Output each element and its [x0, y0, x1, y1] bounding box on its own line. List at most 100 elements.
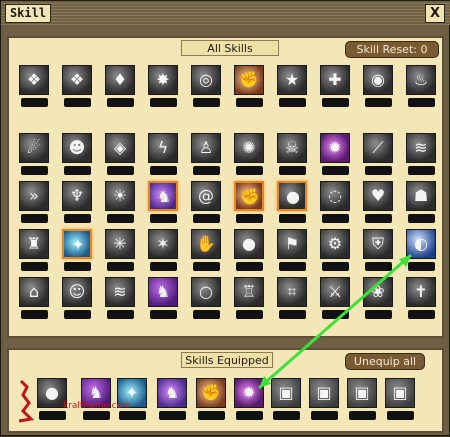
fist-icon[interactable]: ✊: [196, 378, 226, 408]
flag-icon[interactable]: ⚑: [277, 229, 307, 259]
equipped-slot-4[interactable]: ✊: [196, 378, 226, 422]
equipped-slot-5[interactable]: ✹: [234, 378, 264, 422]
web-icon[interactable]: ⌗: [277, 277, 307, 307]
skill-slot-r1c9[interactable]: ☗: [406, 181, 436, 225]
equipped-slot-3[interactable]: ♞: [157, 378, 187, 422]
skill-slot-top-9[interactable]: ♨: [406, 65, 436, 109]
equipped-slot-0[interactable]: ●: [37, 378, 67, 422]
skill-slot-r3c2[interactable]: ≋: [105, 277, 135, 321]
double-sword-icon[interactable]: ⚔: [320, 277, 350, 307]
tornado-icon[interactable]: @: [191, 181, 221, 211]
equipped-slot-8[interactable]: ▣: [347, 378, 377, 422]
skill-slot-r1c7[interactable]: ◌: [320, 181, 350, 225]
skill-slot-r1c8[interactable]: ♥: [363, 181, 393, 225]
skill-slot-r2c1[interactable]: ✦: [62, 229, 92, 273]
skill-slot-r2c6[interactable]: ⚑: [277, 229, 307, 273]
flame-drop-icon[interactable]: ❖: [19, 65, 49, 95]
dragon-icon[interactable]: ♞: [148, 181, 178, 211]
skill-slot-r1c1[interactable]: ♆: [62, 181, 92, 225]
skill-slot-r3c4[interactable]: ○: [191, 277, 221, 321]
skill-slot-top-2[interactable]: ♦: [105, 65, 135, 109]
wings-icon[interactable]: ♆: [62, 181, 92, 211]
skill-slot-top-6[interactable]: ★: [277, 65, 307, 109]
swirl-icon[interactable]: ◎: [191, 65, 221, 95]
sun-burst-icon[interactable]: ☀: [105, 181, 135, 211]
cross-icon[interactable]: ✝: [406, 277, 436, 307]
skill-slot-top-0[interactable]: ❖: [19, 65, 49, 109]
dragon-icon[interactable]: ♞: [157, 378, 187, 408]
skill-slot-top-4[interactable]: ◎: [191, 65, 221, 109]
skill-slot-r3c9[interactable]: ✝: [406, 277, 436, 321]
skill-slot-r3c6[interactable]: ⌗: [277, 277, 307, 321]
skill-slot-r0c8[interactable]: ⟋: [363, 133, 393, 177]
skill-slot-r2c2[interactable]: ✳: [105, 229, 135, 273]
lock-icon[interactable]: ▣: [385, 378, 415, 408]
skill-slot-r1c6[interactable]: ●: [277, 181, 307, 225]
fist-icon[interactable]: ✊: [234, 65, 264, 95]
skill-slot-r2c8[interactable]: ⛨: [363, 229, 393, 273]
comet-icon[interactable]: ☄: [19, 133, 49, 163]
skill-slot-r1c2[interactable]: ☀: [105, 181, 135, 225]
skill-slot-r0c6[interactable]: ☠: [277, 133, 307, 177]
hand-icon[interactable]: ✋: [191, 229, 221, 259]
skill-slot-top-7[interactable]: ✚: [320, 65, 350, 109]
lock-icon[interactable]: ▣: [271, 378, 301, 408]
skill-slot-r2c5[interactable]: ●: [234, 229, 264, 273]
burst-icon[interactable]: ✸: [148, 65, 178, 95]
bomb-icon[interactable]: ●: [277, 181, 307, 211]
fist-icon[interactable]: ✊: [234, 181, 264, 211]
skill-slot-r0c1[interactable]: ☻: [62, 133, 92, 177]
skill-slot-top-3[interactable]: ✸: [148, 65, 178, 109]
unequip-all-button[interactable]: Unequip all: [345, 353, 425, 370]
skill-slot-r2c9[interactable]: ◐: [406, 229, 436, 273]
skill-slot-r0c3[interactable]: ϟ: [148, 133, 178, 177]
wave-icon[interactable]: ≋: [105, 277, 135, 307]
skill-slot-r2c4[interactable]: ✋: [191, 229, 221, 273]
skull-mask-icon[interactable]: ☗: [406, 181, 436, 211]
skill-slot-r1c5[interactable]: ✊: [234, 181, 264, 225]
skill-slot-r3c5[interactable]: ♖: [234, 277, 264, 321]
equipped-slot-6[interactable]: ▣: [271, 378, 301, 422]
eye-icon[interactable]: ◈: [105, 133, 135, 163]
figure-icon[interactable]: ♙: [191, 133, 221, 163]
title-bar[interactable]: Skill X: [1, 1, 450, 25]
skill-reset-button[interactable]: Skill Reset: 0: [345, 41, 439, 58]
skill-slot-r0c5[interactable]: ✺: [234, 133, 264, 177]
skill-slot-top-5[interactable]: ✊: [234, 65, 264, 109]
skill-slot-r1c3[interactable]: ♞: [148, 181, 178, 225]
wave-icon[interactable]: ≋: [406, 133, 436, 163]
purple-dragon-icon[interactable]: ♞: [148, 277, 178, 307]
cross-arrows-icon[interactable]: ✚: [320, 65, 350, 95]
ring-icon[interactable]: ◌: [320, 181, 350, 211]
orb-icon[interactable]: ○: [191, 277, 221, 307]
skill-slot-r0c7[interactable]: ✹: [320, 133, 350, 177]
spiral-icon[interactable]: ◉: [363, 65, 393, 95]
skill-slot-r1c0[interactable]: »: [19, 181, 49, 225]
people-icon[interactable]: ☻: [62, 133, 92, 163]
close-button[interactable]: X: [425, 4, 445, 23]
equipped-slot-1[interactable]: ♞: [81, 378, 111, 422]
wreath-icon[interactable]: ❀: [363, 277, 393, 307]
equipped-slot-9[interactable]: ▣: [385, 378, 415, 422]
blue-orb-icon[interactable]: ◐: [406, 229, 436, 259]
lock-icon[interactable]: ▣: [309, 378, 339, 408]
flame-drop-icon[interactable]: ❖: [62, 65, 92, 95]
flame-shield-icon[interactable]: ♦: [105, 65, 135, 95]
skill-slot-r3c0[interactable]: ⌂: [19, 277, 49, 321]
skill-slot-r1c4[interactable]: @: [191, 181, 221, 225]
skill-slot-r3c1[interactable]: ☺: [62, 277, 92, 321]
star-icon[interactable]: ★: [277, 65, 307, 95]
figure-arms-icon[interactable]: ♜: [19, 229, 49, 259]
gear-icon[interactable]: ⚙: [320, 229, 350, 259]
skill-slot-r3c8[interactable]: ❀: [363, 277, 393, 321]
skill-slot-top-8[interactable]: ◉: [363, 65, 393, 109]
equipped-slot-2[interactable]: ✦: [117, 378, 147, 422]
skill-slot-top-1[interactable]: ❖: [62, 65, 92, 109]
skill-slot-r3c3[interactable]: ♞: [148, 277, 178, 321]
purple-burst-icon[interactable]: ✹: [320, 133, 350, 163]
shell-icon[interactable]: ⌂: [19, 277, 49, 307]
lock-icon[interactable]: ▣: [347, 378, 377, 408]
skill-slot-r0c9[interactable]: ≋: [406, 133, 436, 177]
dash-icon[interactable]: »: [19, 181, 49, 211]
skull-icon[interactable]: ☠: [277, 133, 307, 163]
